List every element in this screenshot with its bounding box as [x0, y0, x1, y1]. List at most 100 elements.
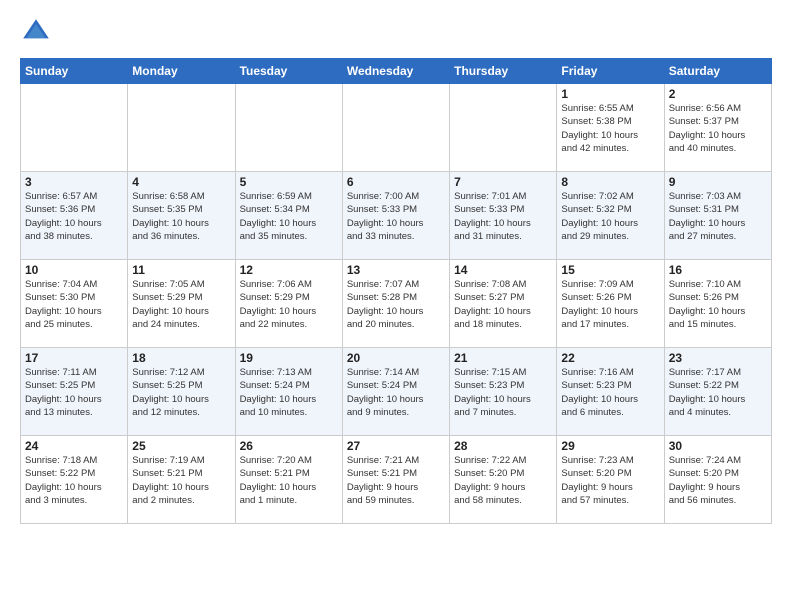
calendar-day-cell	[128, 84, 235, 172]
calendar-day-cell: 29Sunrise: 7:23 AM Sunset: 5:20 PM Dayli…	[557, 436, 664, 524]
logo	[20, 16, 56, 48]
day-number: 10	[25, 263, 123, 277]
day-info: Sunrise: 7:06 AM Sunset: 5:29 PM Dayligh…	[240, 278, 338, 331]
day-info: Sunrise: 7:24 AM Sunset: 5:20 PM Dayligh…	[669, 454, 767, 507]
calendar-day-cell: 25Sunrise: 7:19 AM Sunset: 5:21 PM Dayli…	[128, 436, 235, 524]
day-number: 12	[240, 263, 338, 277]
calendar-week-row: 3Sunrise: 6:57 AM Sunset: 5:36 PM Daylig…	[21, 172, 772, 260]
day-number: 9	[669, 175, 767, 189]
calendar-day-cell: 4Sunrise: 6:58 AM Sunset: 5:35 PM Daylig…	[128, 172, 235, 260]
weekday-header: Friday	[557, 59, 664, 84]
calendar-day-cell: 12Sunrise: 7:06 AM Sunset: 5:29 PM Dayli…	[235, 260, 342, 348]
calendar-day-cell: 3Sunrise: 6:57 AM Sunset: 5:36 PM Daylig…	[21, 172, 128, 260]
calendar-week-row: 24Sunrise: 7:18 AM Sunset: 5:22 PM Dayli…	[21, 436, 772, 524]
calendar-day-cell: 23Sunrise: 7:17 AM Sunset: 5:22 PM Dayli…	[664, 348, 771, 436]
day-info: Sunrise: 7:18 AM Sunset: 5:22 PM Dayligh…	[25, 454, 123, 507]
calendar-day-cell: 9Sunrise: 7:03 AM Sunset: 5:31 PM Daylig…	[664, 172, 771, 260]
calendar-day-cell	[235, 84, 342, 172]
calendar-header-row: SundayMondayTuesdayWednesdayThursdayFrid…	[21, 59, 772, 84]
day-number: 14	[454, 263, 552, 277]
calendar-day-cell: 30Sunrise: 7:24 AM Sunset: 5:20 PM Dayli…	[664, 436, 771, 524]
day-info: Sunrise: 7:09 AM Sunset: 5:26 PM Dayligh…	[561, 278, 659, 331]
day-info: Sunrise: 7:21 AM Sunset: 5:21 PM Dayligh…	[347, 454, 445, 507]
day-info: Sunrise: 7:15 AM Sunset: 5:23 PM Dayligh…	[454, 366, 552, 419]
day-number: 15	[561, 263, 659, 277]
day-info: Sunrise: 7:05 AM Sunset: 5:29 PM Dayligh…	[132, 278, 230, 331]
weekday-header: Monday	[128, 59, 235, 84]
day-number: 29	[561, 439, 659, 453]
calendar-day-cell: 18Sunrise: 7:12 AM Sunset: 5:25 PM Dayli…	[128, 348, 235, 436]
day-info: Sunrise: 7:11 AM Sunset: 5:25 PM Dayligh…	[25, 366, 123, 419]
calendar-day-cell	[450, 84, 557, 172]
day-info: Sunrise: 6:58 AM Sunset: 5:35 PM Dayligh…	[132, 190, 230, 243]
calendar-day-cell: 8Sunrise: 7:02 AM Sunset: 5:32 PM Daylig…	[557, 172, 664, 260]
day-number: 7	[454, 175, 552, 189]
day-info: Sunrise: 7:13 AM Sunset: 5:24 PM Dayligh…	[240, 366, 338, 419]
day-info: Sunrise: 7:22 AM Sunset: 5:20 PM Dayligh…	[454, 454, 552, 507]
calendar-day-cell	[21, 84, 128, 172]
day-number: 26	[240, 439, 338, 453]
calendar-day-cell: 17Sunrise: 7:11 AM Sunset: 5:25 PM Dayli…	[21, 348, 128, 436]
day-number: 19	[240, 351, 338, 365]
day-number: 24	[25, 439, 123, 453]
day-info: Sunrise: 7:07 AM Sunset: 5:28 PM Dayligh…	[347, 278, 445, 331]
day-number: 21	[454, 351, 552, 365]
calendar-day-cell: 11Sunrise: 7:05 AM Sunset: 5:29 PM Dayli…	[128, 260, 235, 348]
day-info: Sunrise: 7:12 AM Sunset: 5:25 PM Dayligh…	[132, 366, 230, 419]
day-info: Sunrise: 7:19 AM Sunset: 5:21 PM Dayligh…	[132, 454, 230, 507]
day-info: Sunrise: 7:16 AM Sunset: 5:23 PM Dayligh…	[561, 366, 659, 419]
calendar-day-cell: 28Sunrise: 7:22 AM Sunset: 5:20 PM Dayli…	[450, 436, 557, 524]
calendar-day-cell	[342, 84, 449, 172]
weekday-header: Thursday	[450, 59, 557, 84]
calendar-day-cell: 7Sunrise: 7:01 AM Sunset: 5:33 PM Daylig…	[450, 172, 557, 260]
day-number: 8	[561, 175, 659, 189]
calendar-day-cell: 24Sunrise: 7:18 AM Sunset: 5:22 PM Dayli…	[21, 436, 128, 524]
day-info: Sunrise: 6:59 AM Sunset: 5:34 PM Dayligh…	[240, 190, 338, 243]
calendar-day-cell: 14Sunrise: 7:08 AM Sunset: 5:27 PM Dayli…	[450, 260, 557, 348]
calendar-day-cell: 27Sunrise: 7:21 AM Sunset: 5:21 PM Dayli…	[342, 436, 449, 524]
day-info: Sunrise: 7:20 AM Sunset: 5:21 PM Dayligh…	[240, 454, 338, 507]
calendar-day-cell: 13Sunrise: 7:07 AM Sunset: 5:28 PM Dayli…	[342, 260, 449, 348]
day-number: 22	[561, 351, 659, 365]
header	[20, 16, 772, 48]
day-number: 5	[240, 175, 338, 189]
day-number: 1	[561, 87, 659, 101]
calendar-day-cell: 2Sunrise: 6:56 AM Sunset: 5:37 PM Daylig…	[664, 84, 771, 172]
day-info: Sunrise: 6:57 AM Sunset: 5:36 PM Dayligh…	[25, 190, 123, 243]
weekday-header: Sunday	[21, 59, 128, 84]
weekday-header: Wednesday	[342, 59, 449, 84]
day-number: 3	[25, 175, 123, 189]
calendar-day-cell: 1Sunrise: 6:55 AM Sunset: 5:38 PM Daylig…	[557, 84, 664, 172]
day-number: 11	[132, 263, 230, 277]
day-number: 23	[669, 351, 767, 365]
day-info: Sunrise: 7:14 AM Sunset: 5:24 PM Dayligh…	[347, 366, 445, 419]
day-info: Sunrise: 7:01 AM Sunset: 5:33 PM Dayligh…	[454, 190, 552, 243]
calendar-day-cell: 22Sunrise: 7:16 AM Sunset: 5:23 PM Dayli…	[557, 348, 664, 436]
weekday-header: Saturday	[664, 59, 771, 84]
day-number: 2	[669, 87, 767, 101]
calendar: SundayMondayTuesdayWednesdayThursdayFrid…	[20, 58, 772, 524]
calendar-week-row: 17Sunrise: 7:11 AM Sunset: 5:25 PM Dayli…	[21, 348, 772, 436]
day-number: 18	[132, 351, 230, 365]
calendar-day-cell: 10Sunrise: 7:04 AM Sunset: 5:30 PM Dayli…	[21, 260, 128, 348]
calendar-day-cell: 20Sunrise: 7:14 AM Sunset: 5:24 PM Dayli…	[342, 348, 449, 436]
weekday-header: Tuesday	[235, 59, 342, 84]
day-info: Sunrise: 7:03 AM Sunset: 5:31 PM Dayligh…	[669, 190, 767, 243]
day-info: Sunrise: 6:56 AM Sunset: 5:37 PM Dayligh…	[669, 102, 767, 155]
calendar-day-cell: 19Sunrise: 7:13 AM Sunset: 5:24 PM Dayli…	[235, 348, 342, 436]
day-number: 25	[132, 439, 230, 453]
day-info: Sunrise: 7:23 AM Sunset: 5:20 PM Dayligh…	[561, 454, 659, 507]
day-number: 4	[132, 175, 230, 189]
day-info: Sunrise: 7:04 AM Sunset: 5:30 PM Dayligh…	[25, 278, 123, 331]
calendar-day-cell: 21Sunrise: 7:15 AM Sunset: 5:23 PM Dayli…	[450, 348, 557, 436]
calendar-day-cell: 15Sunrise: 7:09 AM Sunset: 5:26 PM Dayli…	[557, 260, 664, 348]
day-number: 16	[669, 263, 767, 277]
day-number: 13	[347, 263, 445, 277]
day-info: Sunrise: 7:17 AM Sunset: 5:22 PM Dayligh…	[669, 366, 767, 419]
calendar-week-row: 10Sunrise: 7:04 AM Sunset: 5:30 PM Dayli…	[21, 260, 772, 348]
calendar-day-cell: 26Sunrise: 7:20 AM Sunset: 5:21 PM Dayli…	[235, 436, 342, 524]
day-number: 6	[347, 175, 445, 189]
calendar-day-cell: 6Sunrise: 7:00 AM Sunset: 5:33 PM Daylig…	[342, 172, 449, 260]
day-info: Sunrise: 7:02 AM Sunset: 5:32 PM Dayligh…	[561, 190, 659, 243]
calendar-day-cell: 5Sunrise: 6:59 AM Sunset: 5:34 PM Daylig…	[235, 172, 342, 260]
